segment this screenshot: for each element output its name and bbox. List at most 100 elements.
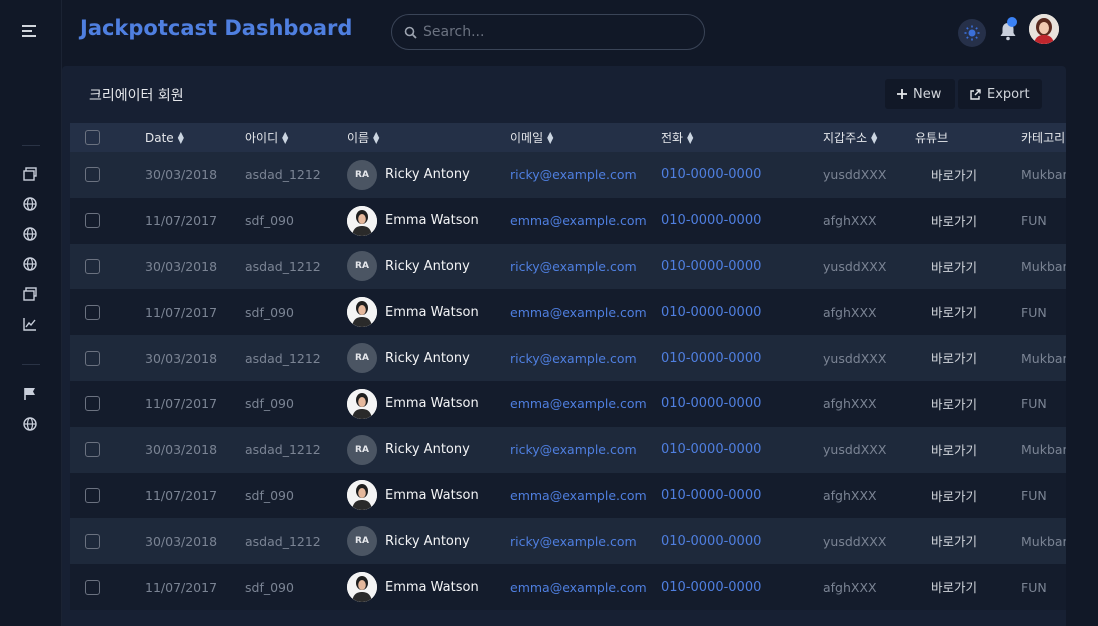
phone-link[interactable]: 010-0000-0000	[661, 213, 761, 228]
table-row: 11/07/2017 sdf_090 Emma Watson emma@exam…	[70, 380, 1066, 427]
column-header-id[interactable]: 아이디 ▲ ▼	[245, 129, 288, 146]
name-cell: Emma Watson	[385, 396, 479, 412]
youtube-link[interactable]: 바로가기	[931, 348, 977, 367]
category-cell: FUN	[1021, 213, 1047, 229]
row-checkbox[interactable]	[85, 396, 100, 412]
phone-link[interactable]: 010-0000-0000	[661, 167, 761, 182]
globe-icon[interactable]	[22, 226, 38, 242]
email-link[interactable]: ricky@example.com	[510, 259, 637, 274]
phone-link[interactable]: 010-0000-0000	[661, 305, 761, 320]
table-row: 11/07/2017 sdf_090 Emma Watson emma@exam…	[70, 564, 1066, 610]
wallet-cell: yusddXXX	[823, 258, 887, 274]
avatar	[347, 480, 377, 511]
flag-icon[interactable]	[22, 386, 38, 402]
table-row: 30/03/2018 asdad_1212 RA Ricky Antony ri…	[70, 426, 1066, 473]
email-link[interactable]: emma@example.com	[510, 305, 647, 320]
select-all-checkbox[interactable]	[85, 130, 100, 145]
name-cell: Emma Watson	[385, 487, 479, 503]
email-link[interactable]: emma@example.com	[510, 396, 647, 411]
column-header-youtube: 유튜브	[915, 131, 949, 145]
avatar	[347, 572, 377, 603]
table-row: 30/03/2018 asdad_1212 RA Ricky Antony ri…	[70, 243, 1066, 290]
menu-icon[interactable]	[22, 23, 38, 39]
plus-icon	[897, 89, 907, 99]
column-header-phone[interactable]: 전화 ▲ ▼	[661, 129, 693, 146]
column-header-email[interactable]: 이메일 ▲ ▼	[510, 129, 553, 146]
category-cell: Mukbang	[1021, 350, 1066, 366]
export-button-label: Export	[987, 86, 1030, 102]
phone-link[interactable]: 010-0000-0000	[661, 442, 761, 457]
phone-link[interactable]: 010-0000-0000	[661, 488, 761, 503]
youtube-link[interactable]: 바로가기	[931, 257, 977, 276]
email-link[interactable]: ricky@example.com	[510, 442, 637, 457]
column-header-name[interactable]: 이름 ▲ ▼	[347, 129, 379, 146]
youtube-link[interactable]: 바로가기	[931, 211, 977, 230]
phone-link[interactable]: 010-0000-0000	[661, 351, 761, 366]
column-header-category: 카테고리	[1021, 131, 1066, 145]
category-cell: FUN	[1021, 304, 1047, 320]
phone-link[interactable]: 010-0000-0000	[661, 259, 761, 274]
search-box[interactable]	[391, 14, 705, 50]
phone-link[interactable]: 010-0000-0000	[661, 396, 761, 411]
search-input[interactable]	[423, 24, 683, 40]
row-checkbox[interactable]	[85, 487, 100, 503]
youtube-link[interactable]: 바로가기	[931, 302, 977, 321]
wallet-cell: afghXXX	[823, 304, 877, 320]
date-cell: 11/07/2017	[145, 304, 218, 320]
name-cell: Emma Watson	[385, 579, 479, 595]
avatar: RA	[347, 434, 377, 465]
row-checkbox[interactable]	[85, 213, 100, 229]
row-checkbox[interactable]	[85, 442, 100, 458]
column-header-date[interactable]: Date ▲ ▼	[145, 130, 184, 145]
windows-icon[interactable]	[22, 166, 38, 182]
globe-icon[interactable]	[22, 416, 38, 432]
row-checkbox[interactable]	[85, 533, 100, 549]
youtube-link[interactable]: 바로가기	[931, 165, 977, 184]
row-checkbox[interactable]	[85, 304, 100, 320]
column-header-wallet[interactable]: 지갑주소 ▲ ▼	[823, 129, 877, 146]
youtube-link[interactable]: 바로가기	[931, 394, 977, 413]
email-link[interactable]: emma@example.com	[510, 488, 647, 503]
name-cell: Ricky Antony	[385, 167, 470, 183]
table-body: 30/03/2018 asdad_1212 RA Ricky Antony ri…	[70, 152, 1066, 610]
theme-toggle-button[interactable]	[958, 19, 986, 47]
id-cell: sdf_090	[245, 487, 294, 503]
youtube-link[interactable]: 바로가기	[931, 440, 977, 459]
row-checkbox[interactable]	[85, 350, 100, 366]
export-button[interactable]: Export	[958, 79, 1042, 109]
chart-icon[interactable]	[22, 316, 38, 332]
youtube-link[interactable]: 바로가기	[931, 531, 977, 550]
email-link[interactable]: ricky@example.com	[510, 167, 637, 182]
date-cell: 30/03/2018	[145, 350, 218, 366]
email-link[interactable]: emma@example.com	[510, 580, 647, 595]
name-cell: Ricky Antony	[385, 442, 470, 458]
row-checkbox[interactable]	[85, 167, 100, 183]
name-cell: Ricky Antony	[385, 350, 470, 366]
globe-icon[interactable]	[22, 196, 38, 212]
name-cell: Emma Watson	[385, 304, 479, 320]
table-row: 30/03/2018 asdad_1212 RA Ricky Antony ri…	[70, 518, 1066, 565]
id-cell: asdad_1212	[245, 442, 321, 458]
sort-icon: ▲ ▼	[547, 129, 554, 145]
table-row: 11/07/2017 sdf_090 Emma Watson emma@exam…	[70, 197, 1066, 244]
sort-icon: ▲ ▼	[687, 129, 694, 145]
row-checkbox[interactable]	[85, 258, 100, 274]
row-checkbox[interactable]	[85, 579, 100, 595]
email-link[interactable]: emma@example.com	[510, 213, 647, 228]
youtube-link[interactable]: 바로가기	[931, 486, 977, 505]
user-avatar[interactable]	[1029, 14, 1059, 44]
sidebar-divider	[22, 145, 40, 146]
youtube-link[interactable]: 바로가기	[931, 577, 977, 596]
windows-icon[interactable]	[22, 286, 38, 302]
phone-link[interactable]: 010-0000-0000	[661, 534, 761, 549]
name-cell: Ricky Antony	[385, 258, 470, 274]
avatar: RA	[347, 526, 377, 557]
category-cell: FUN	[1021, 396, 1047, 412]
wallet-cell: afghXXX	[823, 396, 877, 412]
phone-link[interactable]: 010-0000-0000	[661, 580, 761, 595]
email-link[interactable]: ricky@example.com	[510, 534, 637, 549]
email-link[interactable]: ricky@example.com	[510, 351, 637, 366]
wallet-cell: yusddXXX	[823, 533, 887, 549]
globe-icon[interactable]	[22, 256, 38, 272]
new-button[interactable]: New	[885, 79, 955, 109]
